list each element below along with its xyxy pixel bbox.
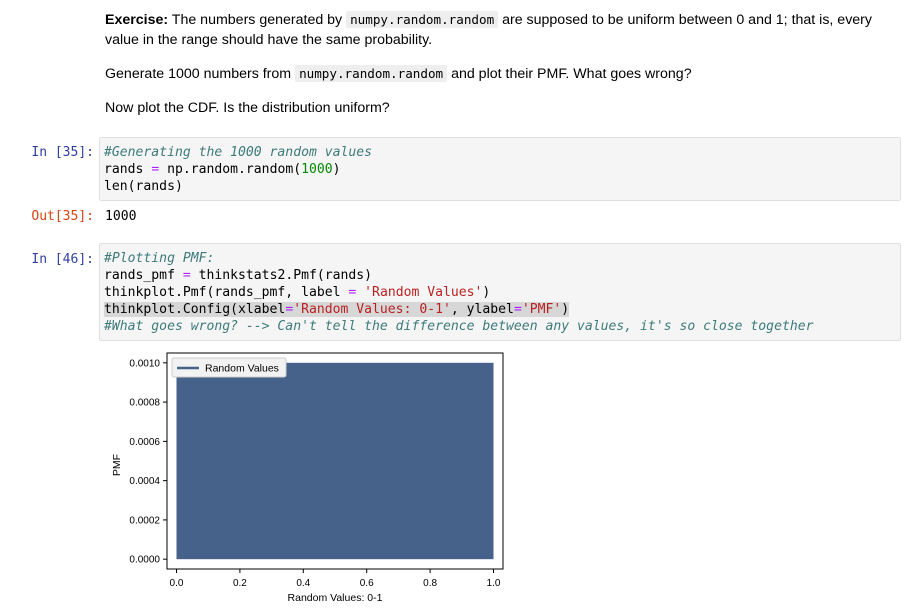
output-prompt-35: Out[35]: (31, 209, 94, 224)
code-editor[interactable]: #Generating the 1000 random values rands… (100, 138, 900, 201)
y-tick-label: 0.0002 (129, 515, 160, 526)
legend: Random Values (171, 357, 287, 378)
input-prompt-35: In [35]: (31, 145, 94, 160)
x-tick-label: 1.0 (487, 578, 501, 589)
pmf-bar (176, 362, 494, 560)
y-tick-label: 0.0010 (129, 358, 160, 369)
x-tick-label: 0.6 (360, 578, 374, 589)
y-axis-label: PMF (111, 454, 123, 476)
cdf-question-paragraph: Now plot the CDF. Is the distribution un… (105, 100, 390, 116)
inline-code: numpy.random.random (346, 11, 499, 28)
code-cell-35[interactable]: #Generating the 1000 random values rands… (99, 137, 901, 201)
x-tick-label: 0.2 (233, 578, 247, 589)
highlighted-line: thinkplot.Config(xlabel='Random Values: … (104, 302, 570, 317)
y-tick-label: 0.0000 (129, 555, 160, 566)
x-axis: 0.0 0.2 0.4 0.6 0.8 1.0 (170, 569, 501, 589)
legend-box (171, 357, 287, 378)
legend-label: Random Values (205, 363, 279, 375)
input-prompt-46: In [46]: (31, 252, 94, 267)
x-axis-label: Random Values: 0-1 (288, 592, 383, 604)
instruction-paragraph: Generate 1000 numbers from numpy.random.… (105, 65, 692, 82)
y-tick-label: 0.0004 (129, 476, 160, 487)
y-tick-label: 0.0006 (129, 437, 160, 448)
x-tick-label: 0.0 (170, 578, 184, 589)
code-cell-46[interactable]: #Plotting PMF: rands_pmf = thinkstats2.P… (99, 243, 901, 341)
inline-code: numpy.random.random (295, 65, 448, 82)
x-tick-label: 0.4 (296, 578, 310, 589)
y-axis: 0.0000 0.0002 0.0004 0.0006 0.0008 0.0010 (129, 358, 167, 566)
plot-area (166, 352, 504, 570)
exercise-label: Exercise: (105, 12, 169, 28)
code-editor[interactable]: #Plotting PMF: rands_pmf = thinkstats2.P… (100, 244, 900, 341)
y-tick-label: 0.0008 (129, 398, 160, 409)
output-text-35: 1000 (105, 209, 137, 224)
exercise-paragraph: Exercise: The numbers generated by numpy… (105, 11, 872, 48)
x-tick-label: 0.8 (423, 578, 437, 589)
